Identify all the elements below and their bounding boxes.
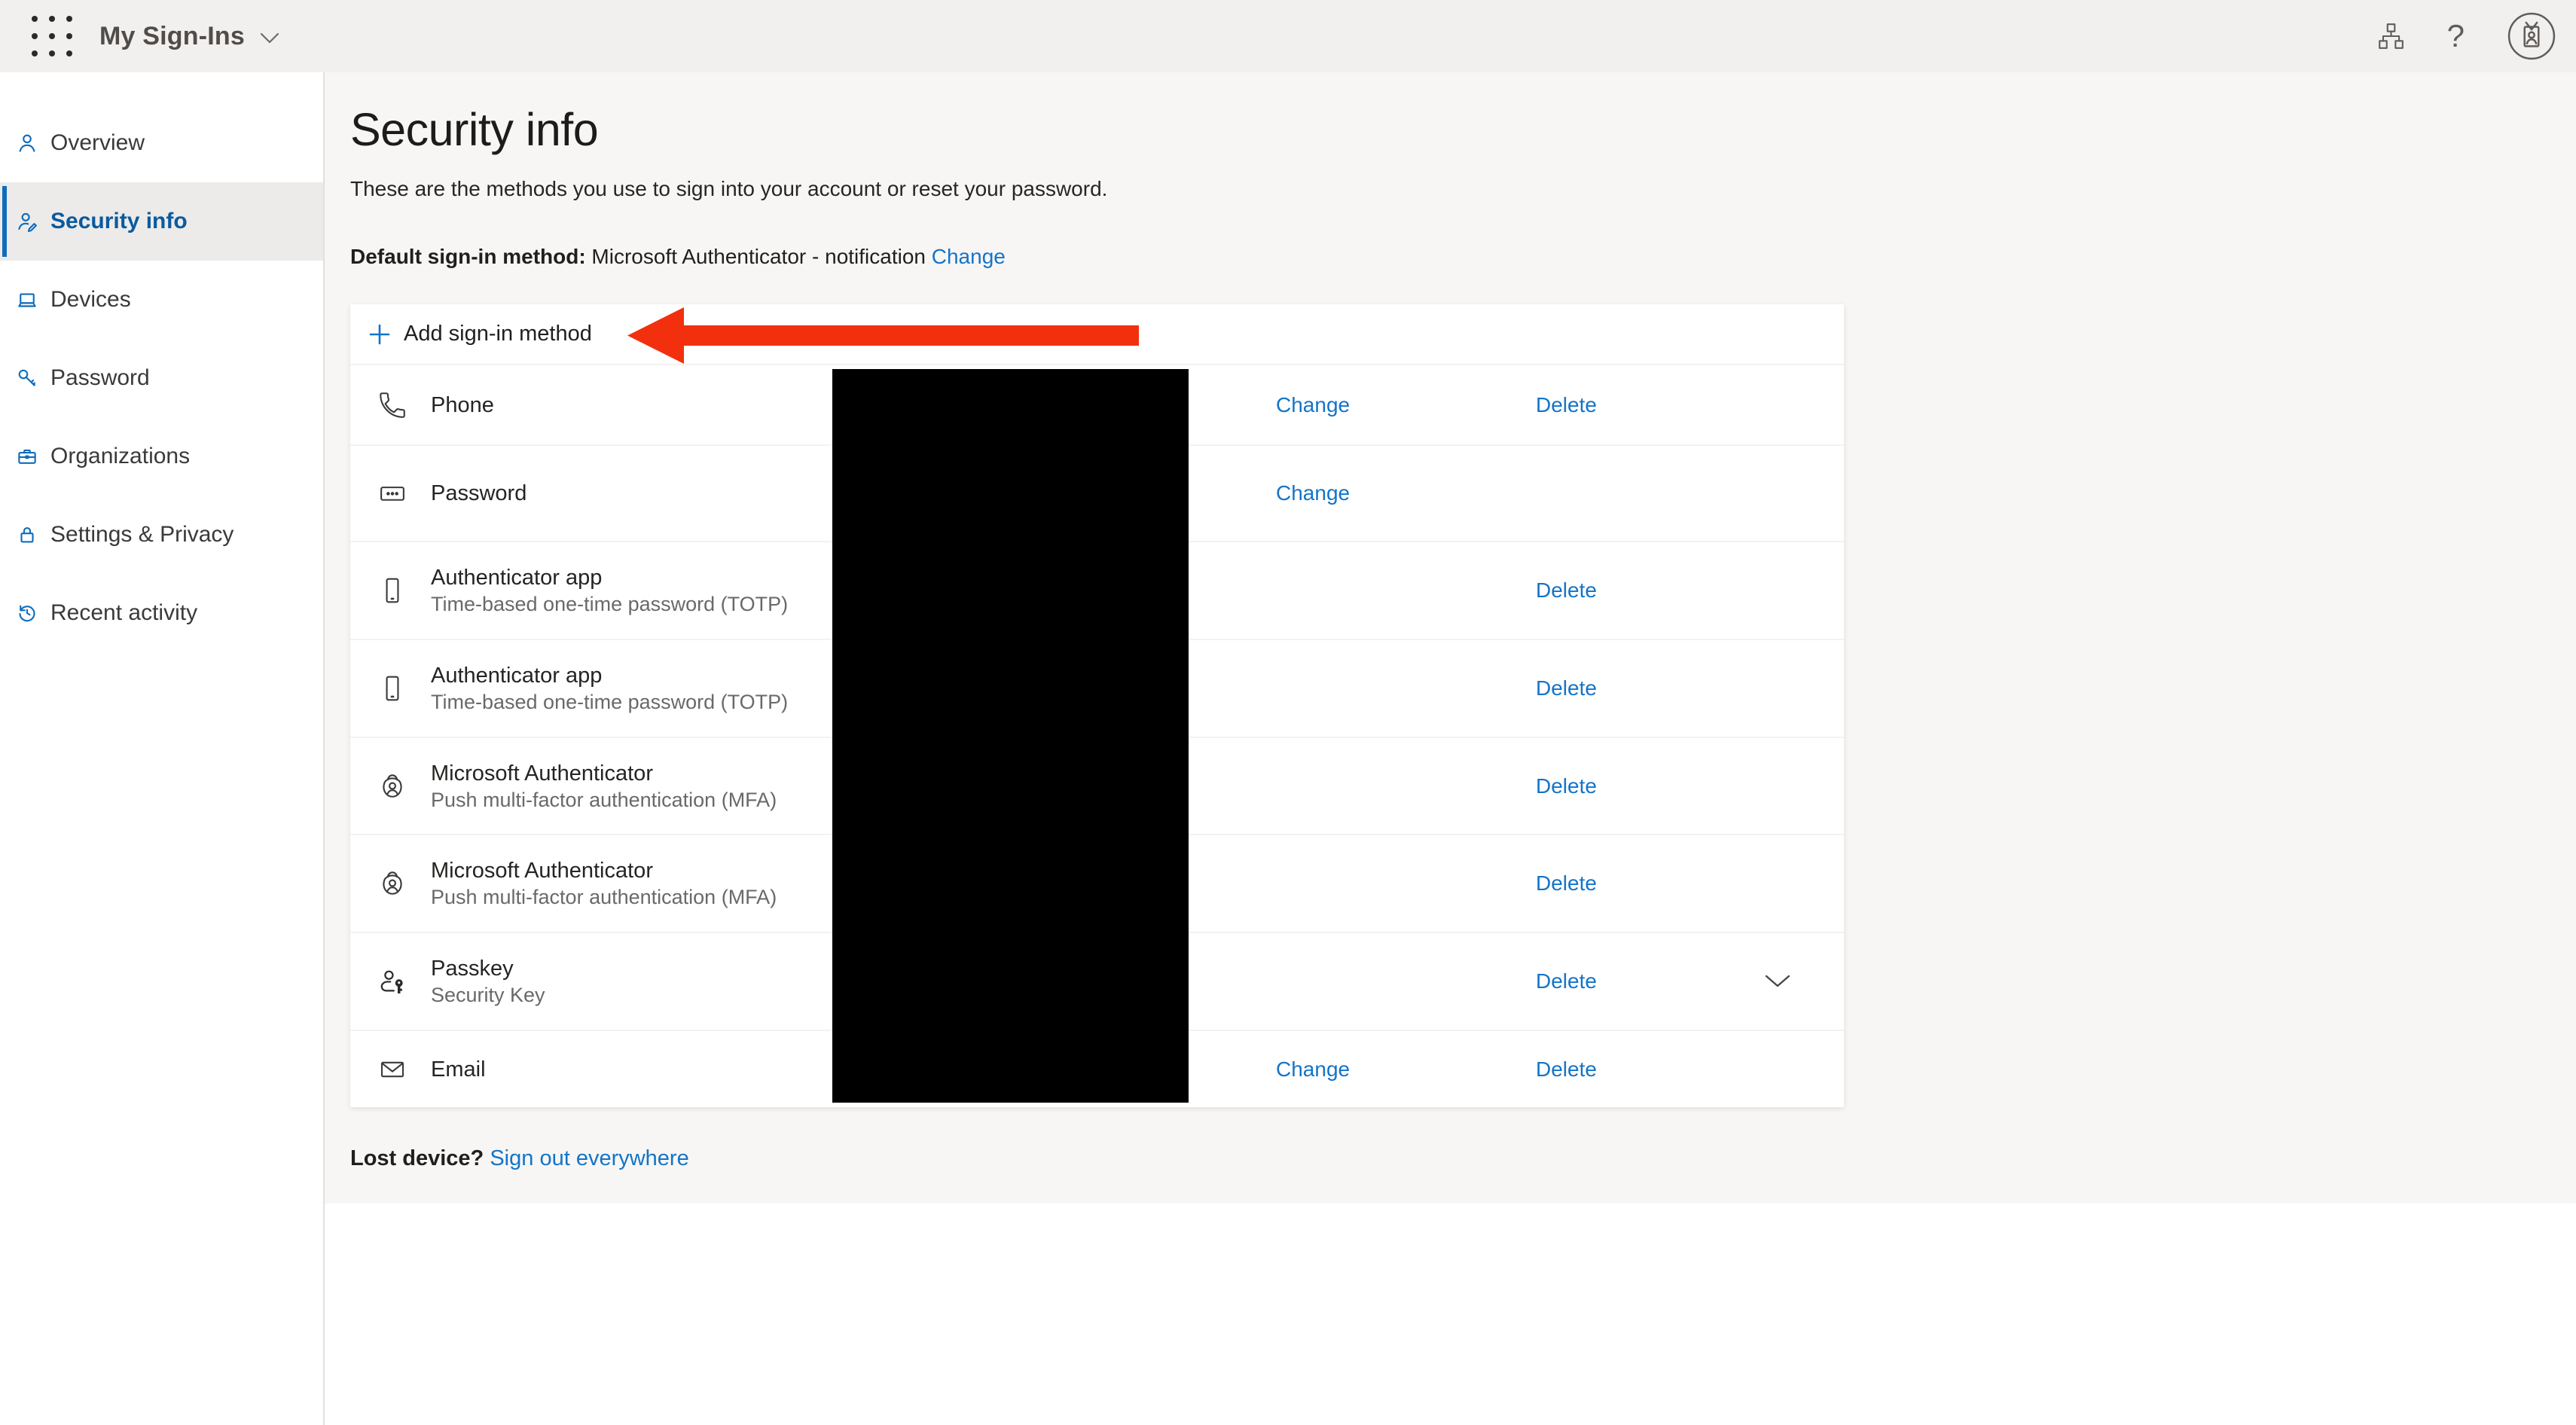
- sidebar-item-label: Security info: [50, 209, 188, 234]
- lock-icon: [16, 523, 38, 546]
- sidebar-item-label: Recent activity: [50, 600, 197, 626]
- smartphone-icon: [377, 673, 408, 704]
- method-subtitle: Push multi-factor authentication (MFA): [431, 884, 777, 910]
- plus-icon: [368, 323, 391, 346]
- briefcase-icon: [16, 445, 38, 468]
- page-description: These are the methods you use to sign in…: [350, 176, 2576, 202]
- organization-sitemap-icon[interactable]: [2376, 22, 2405, 50]
- lost-device-label: Lost device?: [350, 1146, 484, 1170]
- method-title: Password: [431, 480, 526, 507]
- key-icon: [16, 367, 38, 389]
- sidebar-item-recent-activity[interactable]: Recent activity: [0, 574, 323, 652]
- person-icon: [16, 132, 38, 154]
- smartphone-icon: [377, 575, 408, 606]
- change-link[interactable]: Change: [1276, 481, 1350, 505]
- method-title: Passkey: [431, 955, 545, 982]
- method-subtitle: Security Key: [431, 982, 545, 1008]
- default-signin-change-link[interactable]: Change: [932, 245, 1006, 268]
- help-glyph: ?: [2447, 18, 2465, 54]
- method-subtitle: Time-based one-time password (TOTP): [431, 591, 788, 617]
- method-title: Email: [431, 1056, 486, 1083]
- sidebar-item-label: Settings & Privacy: [50, 522, 233, 548]
- sidebar-item-label: Organizations: [50, 444, 190, 469]
- expand-chevron-icon[interactable]: [1765, 975, 1790, 988]
- history-icon: [16, 602, 38, 624]
- method-title: Authenticator app: [431, 662, 788, 689]
- method-subtitle: Push multi-factor authentication (MFA): [431, 787, 777, 813]
- sidebar-item-overview[interactable]: Overview: [0, 104, 323, 182]
- email-icon: [377, 1054, 408, 1085]
- add-signin-method-button[interactable]: Add sign-in method: [350, 304, 1844, 365]
- chevron-down-icon[interactable]: [260, 32, 279, 44]
- ms-authenticator-icon: [376, 770, 409, 803]
- ms-authenticator-icon: [376, 867, 409, 900]
- redaction-box: [832, 369, 1189, 1103]
- sidebar-item-label: Devices: [50, 287, 131, 313]
- change-link[interactable]: Change: [1276, 393, 1350, 417]
- change-link[interactable]: Change: [1276, 1057, 1350, 1082]
- sidebar-item-devices[interactable]: Devices: [0, 261, 323, 339]
- sidebar-item-organizations[interactable]: Organizations: [0, 417, 323, 496]
- method-title: Phone: [431, 392, 494, 419]
- method-title: Authenticator app: [431, 564, 788, 591]
- phone-icon: [377, 389, 408, 421]
- app-launcher-icon[interactable]: [32, 16, 72, 56]
- delete-link[interactable]: Delete: [1536, 871, 1597, 896]
- sidebar-item-security-info[interactable]: Security info: [0, 182, 323, 261]
- delete-link[interactable]: Delete: [1536, 676, 1597, 700]
- topbar: My Sign-Ins ?: [0, 0, 2576, 72]
- sidebar: Overview Security info Devices Password: [0, 72, 325, 1425]
- app-title[interactable]: My Sign-Ins: [99, 22, 245, 51]
- default-signin-line: Default sign-in method: Microsoft Authen…: [350, 244, 2576, 270]
- sidebar-item-label: Password: [50, 365, 150, 391]
- password-icon: [377, 478, 408, 509]
- delete-link[interactable]: Delete: [1536, 578, 1597, 603]
- delete-link[interactable]: Delete: [1536, 774, 1597, 798]
- default-signin-value: Microsoft Authenticator - notification: [586, 245, 932, 268]
- sidebar-item-password[interactable]: Password: [0, 339, 323, 417]
- delete-link[interactable]: Delete: [1536, 1057, 1597, 1082]
- sidebar-item-settings-privacy[interactable]: Settings & Privacy: [0, 496, 323, 574]
- method-title: Microsoft Authenticator: [431, 857, 777, 884]
- person-edit-icon: [16, 210, 38, 233]
- lost-device-line: Lost device? Sign out everywhere: [350, 1146, 2576, 1171]
- method-subtitle: Time-based one-time password (TOTP): [431, 689, 788, 715]
- delete-link[interactable]: Delete: [1536, 393, 1597, 417]
- sign-out-everywhere-link[interactable]: Sign out everywhere: [490, 1146, 688, 1170]
- sidebar-item-label: Overview: [50, 130, 145, 156]
- default-signin-label: Default sign-in method:: [350, 245, 586, 268]
- avatar[interactable]: [2507, 11, 2556, 61]
- laptop-icon: [16, 288, 38, 311]
- main-content: Security info These are the methods you …: [325, 72, 2576, 1425]
- help-icon[interactable]: ?: [2447, 18, 2465, 54]
- passkey-icon: [376, 965, 409, 998]
- page-title: Security info: [350, 72, 2576, 157]
- delete-link[interactable]: Delete: [1536, 969, 1597, 993]
- add-signin-method-label: Add sign-in method: [404, 322, 592, 346]
- method-title: Microsoft Authenticator: [431, 760, 777, 787]
